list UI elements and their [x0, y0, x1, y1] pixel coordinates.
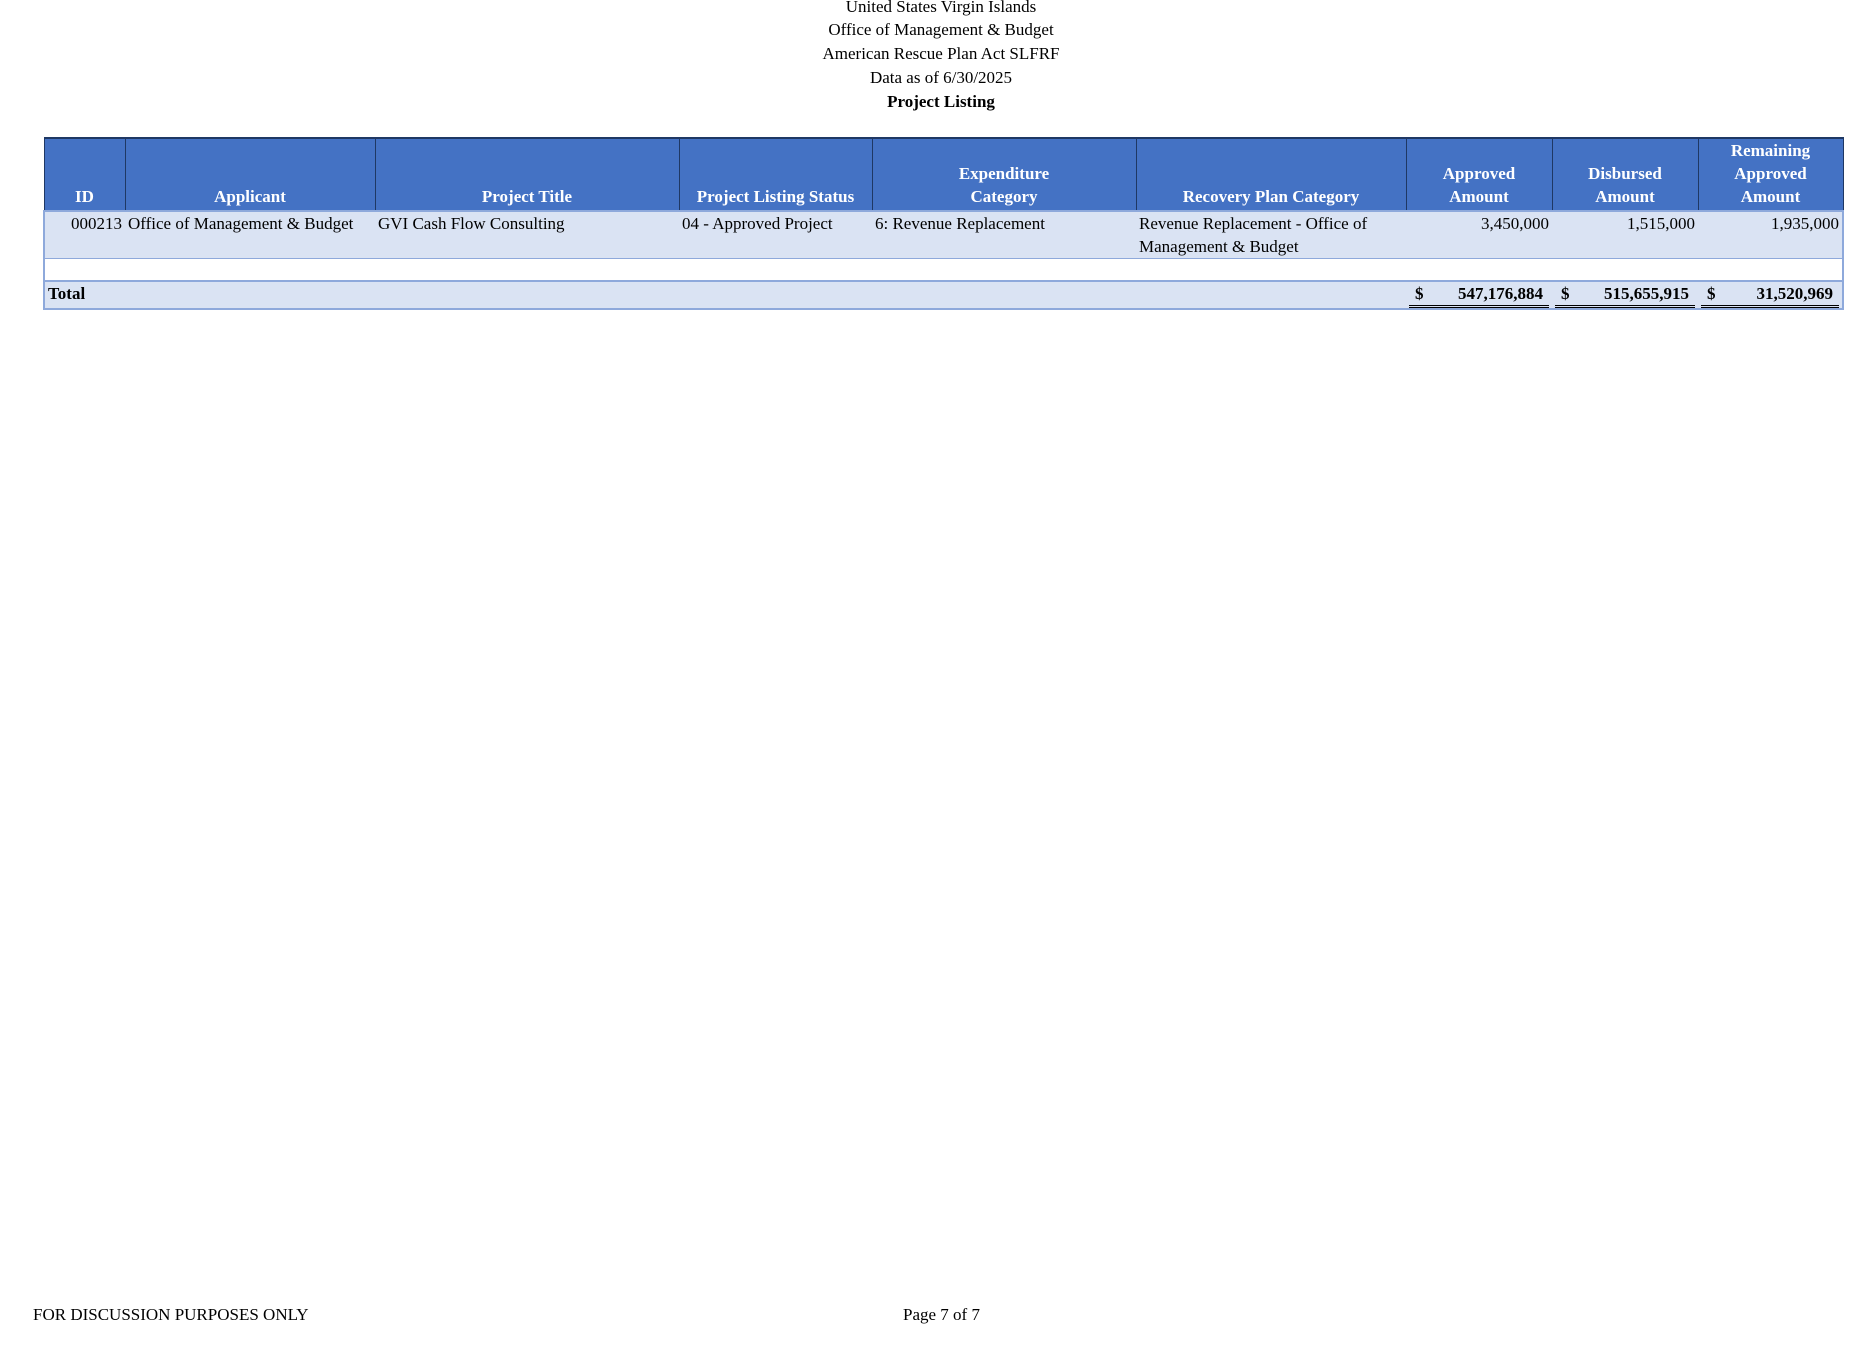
table-row: 000213 Office of Management & Budget GVI…	[43, 210, 1844, 259]
col-remaining-approved-amount: Remaining Approved Amount	[1697, 137, 1844, 212]
cell-disbursed-amount: 1,515,000	[1552, 210, 1698, 259]
cell-id: 000213	[43, 210, 125, 259]
header-row: ID Applicant Project Title Project Listi…	[43, 137, 1844, 212]
total-row: Total $547,176,884 $515,655,915 $31,520,…	[43, 280, 1844, 310]
spacer-row	[43, 258, 1844, 281]
col-recovery-plan-category: Recovery Plan Category	[1135, 137, 1407, 212]
project-listing-table: ID Applicant Project Title Project Listi…	[43, 137, 1844, 310]
col-approved-amount: Approved Amount	[1405, 137, 1553, 212]
header-date: Data as of 6/30/2025	[869, 68, 1013, 87]
cell-project-title: GVI Cash Flow Consulting	[375, 210, 679, 259]
cell-recovery-plan-category: Revenue Replacement - Office of Manageme…	[1136, 210, 1406, 259]
total-remaining: $31,520,969	[1698, 280, 1844, 310]
header-office: Office of Management & Budget	[828, 20, 1054, 39]
col-status: Project Listing Status	[678, 137, 873, 212]
cell-status: 04 - Approved Project	[679, 210, 872, 259]
cell-remaining-amount: 1,935,000	[1698, 210, 1844, 259]
footer-disclaimer: FOR DISCUSSION PURPOSES ONLY	[33, 1305, 309, 1324]
cell-expenditure-category: 6: Revenue Replacement	[872, 210, 1136, 259]
header-program: American Rescue Plan Act SLFRF	[822, 44, 1060, 63]
total-disbursed: $515,655,915	[1552, 280, 1698, 310]
footer-page-number: Page 7 of 7	[903, 1305, 980, 1324]
col-applicant: Applicant	[124, 137, 376, 212]
col-disbursed-amount: Disbursed Amount	[1551, 137, 1699, 212]
total-label: Total	[43, 280, 1406, 310]
cell-approved-amount: 3,450,000	[1406, 210, 1552, 259]
page-title: Project Listing	[887, 92, 995, 111]
col-expenditure-category: Expenditure Category	[871, 137, 1137, 212]
total-approved: $547,176,884	[1406, 280, 1552, 310]
col-id: ID	[43, 137, 126, 212]
header-org: United States Virgin Islands	[845, 0, 1037, 16]
cell-applicant: Office of Management & Budget	[125, 210, 375, 259]
col-project-title: Project Title	[374, 137, 680, 212]
